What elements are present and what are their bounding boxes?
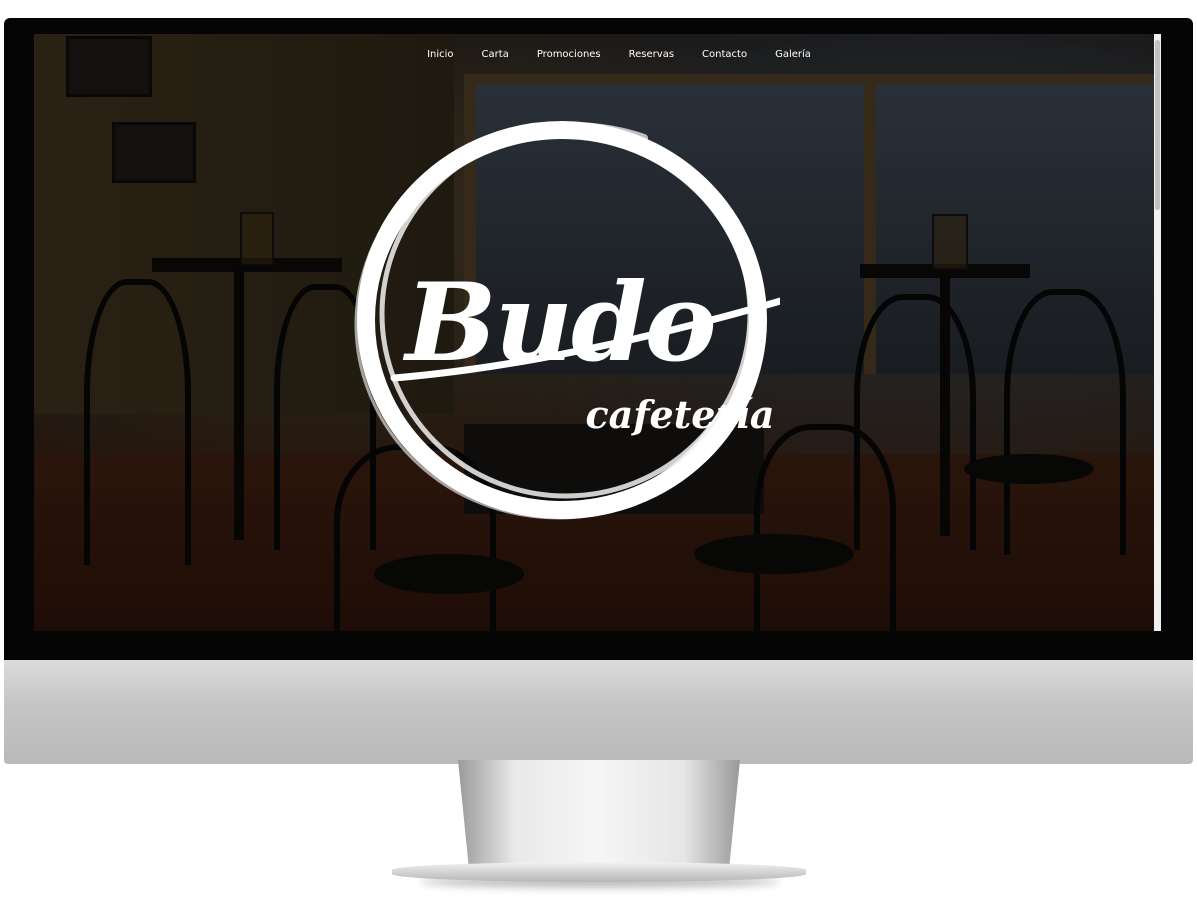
logo-main-text: Budo	[402, 260, 714, 386]
scrollbar-thumb[interactable]	[1155, 40, 1160, 210]
main-nav: Inicio Carta Promociones Reservas Contac…	[34, 49, 1154, 60]
nav-promociones[interactable]: Promociones	[537, 49, 601, 60]
monitor-stand-neck	[458, 760, 740, 872]
nav-carta[interactable]: Carta	[482, 49, 509, 60]
monitor-chin	[4, 660, 1193, 764]
logo-sub-text: cafetería	[585, 392, 774, 437]
budo-logo-emblem: Budo cafetería	[354, 121, 780, 520]
nav-contacto[interactable]: Contacto	[702, 49, 747, 60]
nav-galeria[interactable]: Galería	[775, 49, 811, 60]
imac-mockup: Inicio Carta Promociones Reservas Contac…	[0, 0, 1197, 914]
nav-reservas[interactable]: Reservas	[629, 49, 674, 60]
monitor-stand-base	[392, 862, 806, 882]
nav-inicio[interactable]: Inicio	[427, 49, 453, 60]
